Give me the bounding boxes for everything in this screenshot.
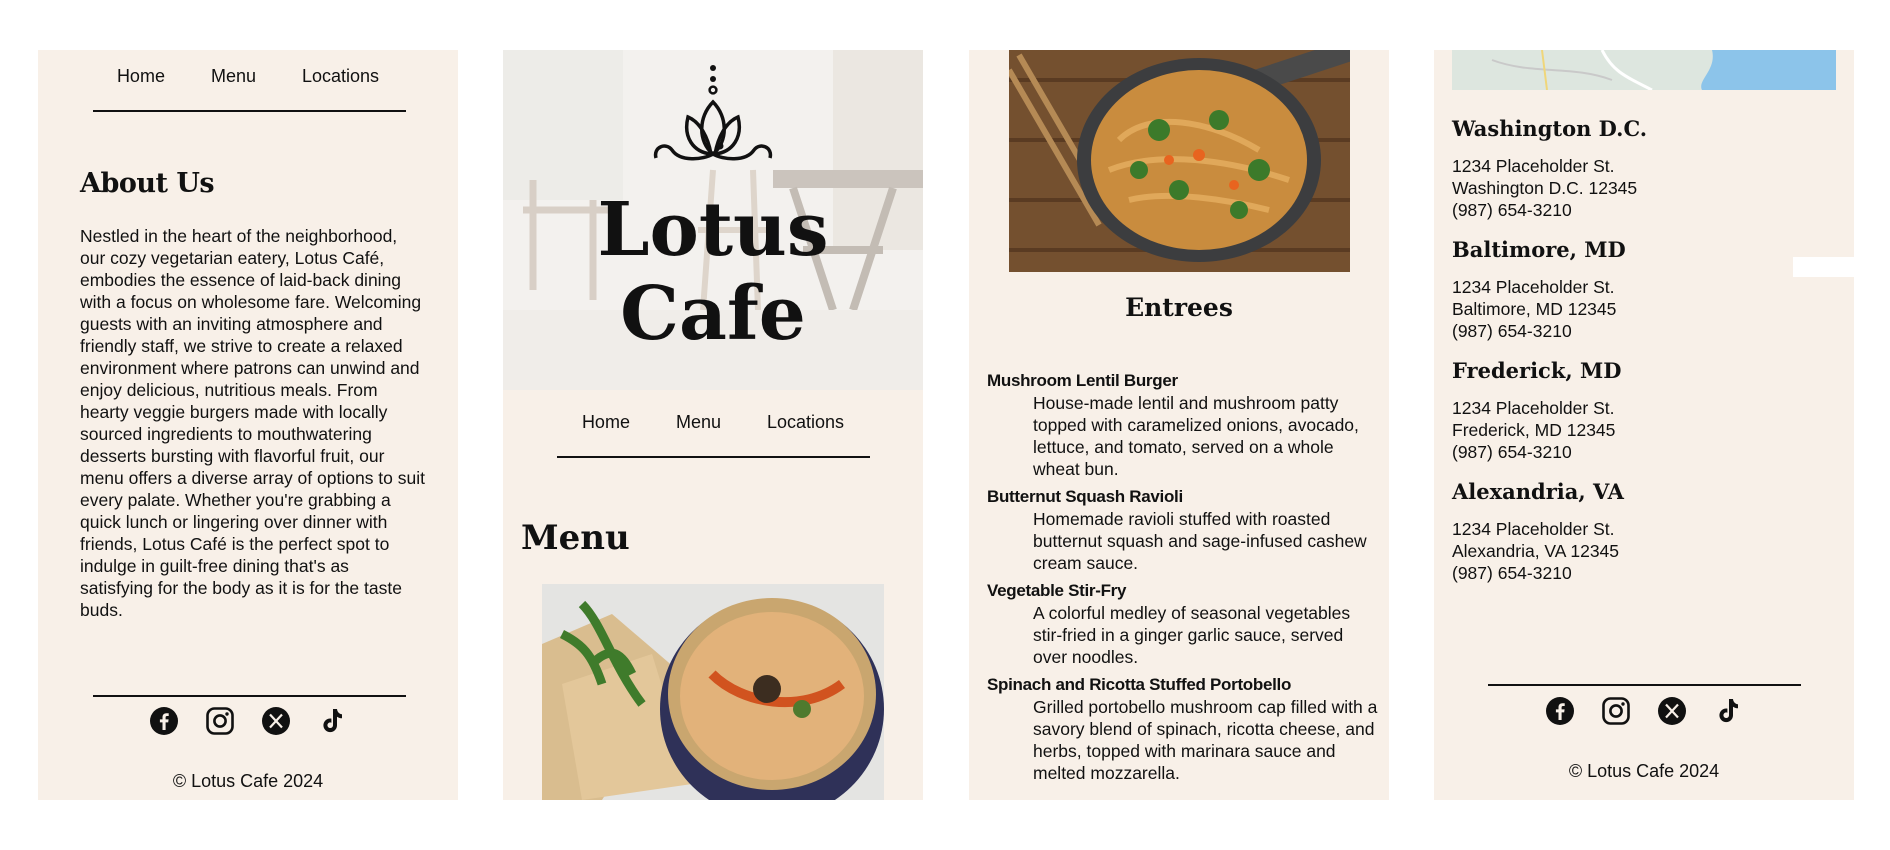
footer-divider: [93, 695, 406, 697]
location-citystate: Frederick, MD 12345: [1452, 420, 1616, 440]
lotus-logo-icon: [653, 65, 773, 161]
social-links: [1434, 696, 1854, 726]
location-citystate: Baltimore, MD 12345: [1452, 299, 1617, 319]
locations-list: Washington D.C. 1234 Placeholder St. Was…: [1452, 116, 1842, 600]
menu-item-name: Vegetable Stir-Fry: [987, 581, 1127, 600]
social-links: [38, 706, 458, 736]
x-icon[interactable]: [261, 706, 291, 736]
menu-heading: Menu: [521, 518, 630, 558]
entrees-list: Mushroom Lentil Burger House-made lentil…: [987, 370, 1379, 790]
location-street: 1234 Placeholder St.: [1452, 398, 1615, 418]
location-street: 1234 Placeholder St.: [1452, 519, 1615, 539]
location-item: Washington D.C. 1234 Placeholder St. Was…: [1452, 116, 1842, 221]
location-item: Baltimore, MD 1234 Placeholder St. Balti…: [1452, 237, 1842, 342]
location-phone[interactable]: (987) 654-3210: [1452, 199, 1842, 221]
about-panel: Home Menu Locations About Us Nestled in …: [38, 50, 458, 800]
nav-locations-link[interactable]: Locations: [302, 66, 379, 87]
about-text: Nestled in the heart of the neighborhood…: [80, 226, 425, 620]
nav-locations-link[interactable]: Locations: [767, 412, 844, 433]
locations-panel: Washington D.C. 1234 Placeholder St. Was…: [1434, 50, 1854, 800]
menu-item: Vegetable Stir-Fry A colorful medley of …: [987, 580, 1379, 668]
nav-home-link[interactable]: Home: [117, 66, 165, 87]
x-icon[interactable]: [1657, 696, 1687, 726]
menu-item-description: A colorful medley of seasonal vegetables…: [1033, 603, 1351, 667]
menu-item: Butternut Squash Ravioli Homemade raviol…: [987, 486, 1379, 574]
main-nav: Home Menu Locations: [503, 412, 923, 433]
brand-line-2: Cafe: [620, 271, 806, 357]
nav-divider: [93, 110, 406, 112]
instagram-icon[interactable]: [1601, 696, 1631, 726]
entrees-panel: Entrees Mushroom Lentil Burger House-mad…: [969, 50, 1389, 800]
facebook-icon[interactable]: [149, 706, 179, 736]
location-city: Baltimore, MD: [1452, 237, 1626, 262]
tiktok-icon[interactable]: [1713, 696, 1743, 726]
nav-divider: [557, 456, 870, 458]
nav-menu-link[interactable]: Menu: [676, 412, 721, 433]
menu-item-name: Spinach and Ricotta Stuffed Portobello: [987, 675, 1292, 694]
brand-title: Lotus Cafe: [503, 188, 923, 356]
cover-panel: Lotus Cafe Home Menu Locations Menu: [503, 50, 923, 800]
location-street: 1234 Placeholder St.: [1452, 156, 1615, 176]
menu-item-name: Mushroom Lentil Burger: [987, 371, 1178, 390]
location-phone[interactable]: (987) 654-3210: [1452, 441, 1842, 463]
menu-item-description: Grilled portobello mushroom cap filled w…: [1033, 697, 1378, 783]
tiktok-icon[interactable]: [317, 706, 347, 736]
hummus-dish-image: [542, 584, 884, 800]
location-citystate: Alexandria, VA 12345: [1452, 541, 1620, 561]
menu-item-description: House-made lentil and mushroom patty top…: [1033, 393, 1359, 479]
copyright-text: © Lotus Cafe 2024: [1568, 761, 1720, 781]
menu-item: Mushroom Lentil Burger House-made lentil…: [987, 370, 1379, 480]
location-item: Alexandria, VA 1234 Placeholder St. Alex…: [1452, 479, 1842, 584]
copyright-text: © Lotus Cafe 2024: [172, 771, 324, 791]
location-city: Washington D.C.: [1452, 116, 1648, 141]
brand-line-1: Lotus: [597, 187, 829, 273]
location-phone[interactable]: (987) 654-3210: [1452, 320, 1842, 342]
facebook-icon[interactable]: [1545, 696, 1575, 726]
location-phone[interactable]: (987) 654-3210: [1452, 562, 1842, 584]
about-heading: About Us: [80, 168, 215, 199]
stir-fry-image: [1009, 50, 1350, 272]
menu-item: Spinach and Ricotta Stuffed Portobello G…: [987, 674, 1379, 784]
location-item: Frederick, MD 1234 Placeholder St. Frede…: [1452, 358, 1842, 463]
entrees-heading: Entrees: [1125, 293, 1233, 322]
nav-home-link[interactable]: Home: [582, 412, 630, 433]
panel-notch: [1793, 257, 1857, 277]
location-city: Alexandria, VA: [1452, 479, 1624, 504]
nav-menu-link[interactable]: Menu: [211, 66, 256, 87]
instagram-icon[interactable]: [205, 706, 235, 736]
footer-divider: [1488, 684, 1801, 686]
locations-map[interactable]: [1452, 50, 1836, 90]
location-city: Frederick, MD: [1452, 358, 1622, 383]
menu-item-description: Homemade ravioli stuffed with roasted bu…: [1033, 509, 1367, 573]
location-street: 1234 Placeholder St.: [1452, 277, 1615, 297]
menu-item-name: Butternut Squash Ravioli: [987, 487, 1183, 506]
location-citystate: Washington D.C. 12345: [1452, 178, 1638, 198]
main-nav: Home Menu Locations: [38, 66, 458, 87]
